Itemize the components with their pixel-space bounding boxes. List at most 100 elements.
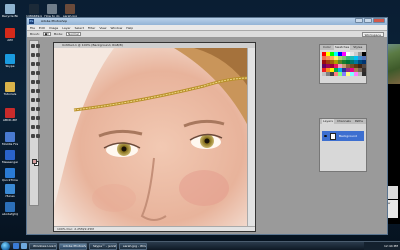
tool-button[interactable] — [35, 62, 40, 66]
color-swatch[interactable] — [350, 68, 354, 72]
tool-button[interactable] — [31, 107, 35, 111]
menu-item-file[interactable]: File — [30, 26, 35, 30]
color-swatch[interactable] — [346, 68, 350, 72]
color-swatch[interactable] — [354, 52, 358, 56]
workspace-button[interactable]: Workspace — [361, 31, 384, 37]
taskbar-button[interactable]: Skype™ - jennifer — [89, 242, 117, 250]
color-swatch[interactable] — [346, 52, 350, 56]
color-swatch[interactable] — [354, 60, 358, 64]
image-canvas[interactable] — [54, 48, 249, 228]
color-swatch[interactable] — [338, 60, 342, 64]
menu-item-window[interactable]: Window — [110, 26, 122, 30]
color-swatch[interactable] — [354, 64, 358, 68]
tool-button[interactable] — [31, 116, 35, 120]
color-swatch[interactable] — [350, 64, 354, 68]
color-swatch[interactable] — [334, 72, 338, 76]
taskbar-button[interactable]: sarah.jpg - Windows — [119, 242, 147, 250]
tool-button[interactable] — [31, 125, 35, 129]
tool-button[interactable] — [35, 89, 40, 93]
menu-item-edit[interactable]: Edit — [39, 26, 45, 30]
color-swatch[interactable] — [334, 60, 338, 64]
color-swatch[interactable] — [326, 56, 330, 60]
tool-button[interactable] — [31, 53, 35, 57]
tab-color[interactable]: Color — [322, 45, 332, 50]
color-swatch[interactable] — [354, 56, 358, 60]
color-swatch[interactable] — [346, 72, 350, 76]
color-swatch[interactable] — [330, 68, 334, 72]
tool-button[interactable] — [31, 98, 35, 102]
desktop-icon[interactable]: abcdefghijk — [2, 202, 18, 216]
tool-button[interactable] — [35, 44, 40, 48]
color-swatch[interactable] — [330, 52, 334, 56]
tool-button[interactable] — [31, 62, 35, 66]
color-swatch[interactable] — [342, 60, 346, 64]
tab-layers[interactable]: Layers — [322, 119, 334, 124]
foreground-color-swatch[interactable] — [32, 159, 37, 164]
color-swatch[interactable] — [350, 72, 354, 76]
color-swatch[interactable] — [354, 72, 358, 76]
tab-paths[interactable]: Paths — [354, 119, 364, 124]
menu-item-filter[interactable]: Filter — [88, 26, 95, 30]
tool-button[interactable] — [35, 134, 40, 138]
maximize-button[interactable] — [364, 18, 372, 23]
color-swatch[interactable] — [342, 72, 346, 76]
desktop-icon[interactable]: AIM — [2, 28, 18, 42]
color-swatch[interactable] — [358, 64, 362, 68]
color-swatch[interactable] — [346, 60, 350, 64]
color-swatch[interactable] — [358, 60, 362, 64]
color-swatch[interactable] — [358, 56, 362, 60]
menu-item-select[interactable]: Select — [75, 26, 84, 30]
color-swatch[interactable] — [322, 68, 326, 72]
tool-button[interactable] — [31, 80, 35, 84]
color-swatch[interactable] — [342, 52, 346, 56]
color-swatch[interactable] — [338, 52, 342, 56]
color-swatch[interactable] — [322, 52, 326, 56]
tool-button[interactable] — [35, 71, 40, 75]
tool-button[interactable] — [35, 125, 40, 129]
color-swatch[interactable] — [326, 52, 330, 56]
clock[interactable]: 12:44 PM — [384, 244, 398, 248]
tab-styles[interactable]: Styles — [352, 45, 363, 50]
color-swatch[interactable] — [362, 64, 366, 68]
layer-background[interactable]: Background — [322, 131, 364, 141]
color-swatch[interactable] — [330, 64, 334, 68]
tool-button[interactable] — [31, 89, 35, 93]
color-swatch[interactable] — [338, 72, 342, 76]
color-swatch[interactable] — [334, 64, 338, 68]
taskbar-button[interactable]: Windows Live Messenger — [29, 242, 57, 250]
color-swatch[interactable] — [350, 56, 354, 60]
color-swatch[interactable] — [358, 68, 362, 72]
color-swatch[interactable] — [350, 60, 354, 64]
color-swatch[interactable] — [362, 68, 366, 72]
color-swatch[interactable] — [362, 56, 366, 60]
close-button[interactable] — [373, 18, 385, 23]
color-swatch[interactable] — [326, 72, 330, 76]
tool-button[interactable] — [31, 44, 35, 48]
color-swatch[interactable] — [342, 68, 346, 72]
color-swatch[interactable] — [330, 72, 334, 76]
color-swatch[interactable] — [358, 52, 362, 56]
tool-button[interactable] — [35, 116, 40, 120]
taskbar-button[interactable]: Adobe Photoshop — [59, 242, 87, 250]
desktop-icon[interactable]: ABCD.ZIP — [2, 108, 18, 122]
color-swatch[interactable] — [334, 68, 338, 72]
color-swatch[interactable] — [334, 52, 338, 56]
vertical-scrollbar[interactable] — [247, 48, 255, 228]
brush-picker[interactable]: ●▾ — [42, 32, 51, 36]
color-swatch[interactable] — [326, 64, 330, 68]
color-swatch[interactable] — [326, 68, 330, 72]
tab-swatches[interactable]: Swatches — [333, 45, 351, 50]
menu-item-view[interactable]: View — [99, 26, 106, 30]
show-desktop-icon[interactable] — [21, 243, 27, 249]
desktop-icon[interactable]: Tutorials — [2, 82, 18, 96]
color-swatch[interactable] — [350, 52, 354, 56]
color-swatch[interactable] — [322, 60, 326, 64]
desktop-icon[interactable]: Mozilla Firefox — [2, 132, 18, 146]
color-swatch[interactable] — [346, 56, 350, 60]
desktop-icon[interactable]: QuickTime Player — [2, 168, 18, 182]
color-swatch[interactable] — [322, 56, 326, 60]
color-swatch[interactable] — [342, 64, 346, 68]
tool-button[interactable] — [35, 98, 40, 102]
color-swatch[interactable] — [338, 56, 342, 60]
color-swatch[interactable] — [342, 56, 346, 60]
